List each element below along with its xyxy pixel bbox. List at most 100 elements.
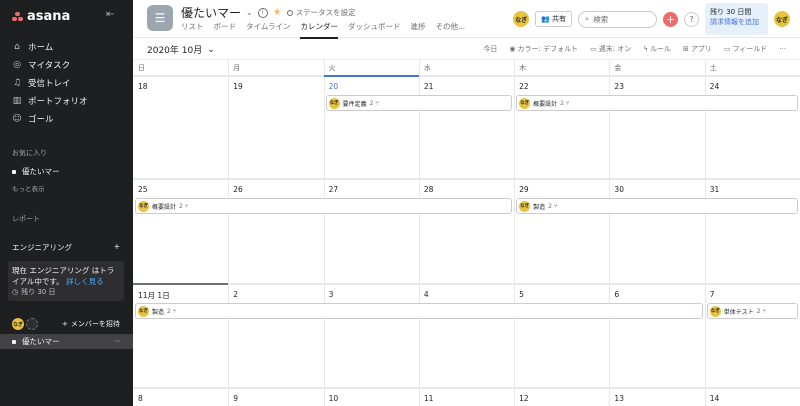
day-cell-number[interactable]: 27: [324, 185, 339, 194]
calendar-task[interactable]: なぎ 製造 2 ⑂: [135, 303, 703, 319]
weekday-header: 日: [138, 64, 145, 72]
day-cell-number[interactable]: 4: [419, 290, 429, 299]
day-cell-number[interactable]: 6: [609, 290, 619, 299]
task-assignee-avatar[interactable]: なぎ: [519, 97, 531, 109]
task-assignee-avatar[interactable]: なぎ: [709, 305, 721, 317]
task-assignee-avatar[interactable]: なぎ: [328, 97, 340, 109]
day-cell-number[interactable]: 9: [228, 394, 238, 403]
day-cell-number[interactable]: 13: [609, 394, 624, 403]
favorites-heading: お気に入り: [12, 149, 47, 157]
sidebar-project-item[interactable]: 優たいマー ···: [0, 334, 133, 349]
day-cell-number[interactable]: 2: [228, 290, 238, 299]
project-list-icon[interactable]: ☰: [147, 5, 173, 31]
team-header[interactable]: エンジニアリング +: [12, 242, 120, 253]
add-billing-link[interactable]: 請求情報を追加: [710, 17, 763, 27]
day-cell-number[interactable]: 11月 1日: [133, 290, 170, 301]
day-cell-number[interactable]: 18: [133, 82, 148, 91]
day-cell-number[interactable]: 5: [514, 290, 524, 299]
tab-progress[interactable]: 進捗: [410, 21, 425, 39]
reports-heading[interactable]: レポート: [12, 214, 40, 224]
day-cell-number[interactable]: 3: [324, 290, 334, 299]
search-input[interactable]: ⌕ 検索: [578, 10, 657, 28]
day-cell-number[interactable]: 23: [609, 82, 624, 91]
sidebar-item-my-tasks[interactable]: ◎ マイタスク: [8, 56, 126, 74]
help-button[interactable]: ?: [684, 11, 699, 27]
calendar-task[interactable]: なぎ 概要設計 2 ⑂: [516, 95, 798, 111]
day-cell-number[interactable]: 7: [705, 290, 715, 299]
calendar-task[interactable]: なぎ 単体テスト 2 ⑂: [706, 303, 798, 319]
task-assignee-avatar[interactable]: なぎ: [138, 305, 149, 317]
weekday-header: 木: [519, 64, 527, 72]
tab-calendar[interactable]: カレンダー: [300, 21, 338, 39]
day-cell-number[interactable]: 11: [419, 394, 434, 403]
day-cell-number[interactable]: 28: [419, 185, 434, 194]
day-cell-number[interactable]: 21: [419, 82, 434, 91]
calendar-task[interactable]: なぎ 要件定義 2 ⑂: [325, 95, 513, 111]
tab-board[interactable]: ボード: [214, 21, 237, 39]
tab-more[interactable]: その他...: [435, 21, 465, 39]
sidebar-item-label: ホーム: [28, 43, 54, 53]
bar-chart-icon: ▥: [12, 96, 22, 106]
favorite-project-item[interactable]: 優たいマー: [12, 166, 60, 177]
tab-list[interactable]: リスト: [181, 21, 204, 39]
day-cell-number[interactable]: 8: [133, 394, 143, 403]
info-icon[interactable]: i: [257, 7, 268, 18]
user-avatar[interactable]: なぎ: [513, 11, 530, 27]
tab-timeline[interactable]: タイムライン: [246, 21, 290, 39]
sidebar-item-inbox[interactable]: ♫ 受信トレイ: [8, 74, 126, 92]
day-cell-number[interactable]: 22: [514, 82, 529, 91]
tab-dashboard[interactable]: ダッシュボード: [348, 21, 401, 39]
share-button[interactable]: 👥 共有: [535, 11, 572, 27]
day-cell-number[interactable]: 31: [705, 185, 720, 194]
trial-days-label: 残り 30 日間: [710, 8, 752, 16]
collapse-sidebar-icon[interactable]: ⇤: [106, 9, 120, 21]
project-title[interactable]: 優たいマー: [181, 4, 241, 21]
sidebar-item-goals[interactable]: ☺ ゴール: [8, 110, 126, 128]
day-cell-number[interactable]: 30: [609, 185, 624, 194]
project-label: 優たいマー: [22, 337, 60, 346]
project-color-icon: [12, 169, 16, 174]
day-cell-number[interactable]: 19: [228, 82, 243, 91]
day-cell-number[interactable]: 26: [228, 185, 243, 194]
grid-row-divider: [133, 283, 800, 285]
day-cell-number[interactable]: 20: [324, 82, 339, 91]
plus-icon: +: [62, 320, 68, 328]
add-team-project-button[interactable]: +: [114, 242, 120, 253]
trial-cta-box[interactable]: 残り 30 日間 請求情報を追加: [705, 3, 768, 35]
today-button[interactable]: 今日: [483, 44, 497, 54]
project-more-button[interactable]: ···: [114, 337, 121, 346]
sidebar-item-home[interactable]: ⌂ ホーム: [8, 38, 126, 56]
color-button[interactable]: ◉ カラー: デフォルト: [509, 44, 578, 54]
invite-members-button[interactable]: + メンバーを招待: [62, 319, 120, 329]
task-assignee-avatar[interactable]: なぎ: [519, 200, 531, 212]
rules-button[interactable]: ϟ ルール: [643, 44, 671, 54]
day-cell-number[interactable]: 12: [514, 394, 529, 403]
set-status-button[interactable]: ステータスを設定: [286, 7, 356, 18]
quick-add-button[interactable]: +: [663, 11, 678, 27]
asana-logo[interactable]: asana: [12, 9, 70, 24]
day-cell-number[interactable]: 25: [133, 185, 148, 194]
more-options-button[interactable]: ···: [779, 44, 786, 54]
calendar-task[interactable]: なぎ 概要設計 2 ⑂: [135, 198, 513, 214]
day-cell-number[interactable]: 14: [705, 394, 720, 403]
show-more-link[interactable]: もっと表示: [12, 183, 45, 193]
calendar-task[interactable]: なぎ 製造 2 ⑂: [516, 198, 798, 214]
profile-avatar[interactable]: なぎ: [774, 11, 790, 27]
chevron-down-icon[interactable]: ⌄: [246, 8, 253, 17]
day-cell-number[interactable]: 24: [705, 82, 720, 91]
grid-column-divider: [705, 61, 706, 406]
learn-more-link[interactable]: 詳しく見る: [66, 277, 104, 286]
fields-button[interactable]: ▭ フィールド: [724, 44, 768, 54]
star-icon[interactable]: ★: [273, 7, 282, 18]
palette-icon: ◉: [509, 45, 516, 53]
month-selector[interactable]: 2020年 10月 ⌄: [147, 43, 215, 57]
sidebar-item-portfolios[interactable]: ▥ ポートフォリオ: [8, 92, 126, 110]
task-assignee-avatar[interactable]: なぎ: [138, 200, 149, 212]
weekends-button[interactable]: ▭ 週末: オン: [590, 44, 631, 54]
day-cell-number[interactable]: 29: [514, 185, 529, 194]
search-placeholder: 検索: [593, 14, 609, 24]
today-indicator: [323, 75, 419, 77]
apps-button[interactable]: ⊞ アプリ: [683, 44, 712, 54]
day-cell-number[interactable]: 10: [324, 394, 339, 403]
member-avatar[interactable]: なぎ: [12, 318, 24, 330]
